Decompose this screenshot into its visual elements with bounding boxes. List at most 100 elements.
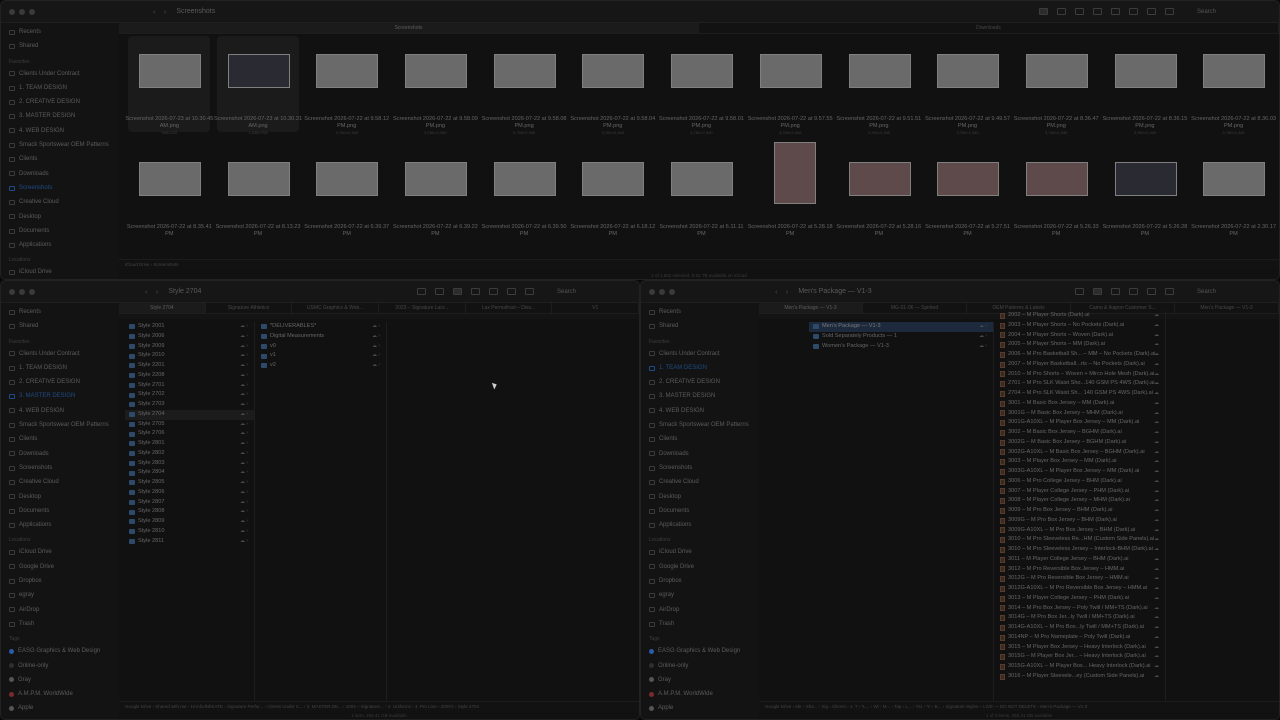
list-item[interactable]: 3012G-A10XL – M Pro Reversible Box Jerse…	[996, 584, 1165, 594]
path-segment[interactable]: iCloud Drive	[125, 262, 150, 267]
list-item[interactable]: 3002G – M Basic Box Jersey – BGHM (Dark)…	[996, 438, 1165, 448]
list-item[interactable]: 3012 – M Pro Reversible Box Jersey – HMM…	[996, 565, 1165, 575]
list-item[interactable]: Style 2704 ☁ ›	[125, 409, 254, 420]
list-item[interactable]: Style 2806 ☁ ›	[125, 488, 254, 498]
list-view-icon[interactable]	[1057, 8, 1066, 15]
file-thumbnail[interactable]: Screenshot 2026-07-23 at 10.30.45 AM.png…	[125, 34, 214, 142]
sidebar-item-easg-graphics-web-design[interactable]: EASG Graphics & Web Design	[649, 644, 759, 658]
list-item[interactable]: 3009G-A10XL – M Pro Box Jersey – BHM (Da…	[996, 526, 1165, 536]
file-thumbnail[interactable]: Screenshot 2026-07-22 at 8.36.03 PM.png 3…	[1189, 34, 1278, 142]
path-segment[interactable]: Shared with me	[155, 704, 186, 709]
list-item[interactable]: 2003 – M Player Shorts – No Pockets (Dar…	[996, 321, 1165, 331]
icon-view-icon[interactable]	[1075, 288, 1084, 295]
sidebar-item-4-web-design[interactable]: 4. WEB DESIGN	[9, 124, 119, 138]
sidebar-item-2-creative-design[interactable]: 2. CREATIVE DESIGN	[649, 375, 759, 389]
forward-icon[interactable]: ›	[786, 287, 789, 296]
list-item[interactable]: 3010 – M Pro Sleeveless Jersey – Interlo…	[996, 545, 1165, 555]
list-item[interactable]: 3001 – M Basic Box Jersey – MM (Dark).ai…	[996, 399, 1165, 409]
share-icon[interactable]	[507, 288, 516, 295]
list-item[interactable]: Women's Package — V1-3 ☁ ›	[809, 342, 993, 352]
file-thumbnail[interactable]: Screenshot 2026-07-22 at 9.51.51 PM.png 3…	[835, 34, 924, 142]
tag-icon[interactable]	[1165, 288, 1174, 295]
sidebar-item-smack-sportswear-oem-patterns[interactable]: Smack Sportswear OEM Patterns	[9, 418, 119, 432]
sidebar-item-1-team-design[interactable]: 1. TEAM DESIGN	[649, 361, 759, 375]
file-thumbnail[interactable]: Screenshot 2026-07-22 at 9.58.09 PM.png 3…	[391, 34, 480, 142]
sidebar-item-egray[interactable]: egray	[9, 588, 119, 602]
file-thumbnail[interactable]: Screenshot 2026-07-22 at 5.26.33 PM	[1012, 142, 1101, 250]
sidebar-item-trash[interactable]: Trash	[649, 617, 759, 631]
sidebar-item-creative-cloud[interactable]: Creative Cloud	[649, 475, 759, 489]
tab-2023-signature-lacr[interactable]: 2023 – Signature Lacr...	[379, 303, 466, 313]
file-thumbnail[interactable]: Screenshot 2026-07-22 at 6.39.22 PM	[391, 142, 480, 250]
sidebar-item-egray[interactable]: egray	[649, 588, 759, 602]
list-item[interactable]: Digital Measurements ☁ ›	[257, 332, 386, 342]
list-item[interactable]: 2704 – M Pro SLK Waist Sh... 140 GSM PS …	[996, 389, 1165, 399]
path-segment[interactable]: Sha...	[806, 704, 818, 709]
list-item[interactable]: 3014NP – M Pro Nameplate – Poly Twill (D…	[996, 633, 1165, 643]
zoom-button[interactable]	[669, 288, 675, 295]
sidebar-item-desktop[interactable]: Desktop	[9, 210, 119, 224]
sidebar-item-apple[interactable]: Apple	[649, 701, 759, 715]
tab-downloads[interactable]: Downloads	[699, 23, 1279, 33]
tag-icon[interactable]	[525, 288, 534, 295]
path-segment[interactable]: 2000's	[441, 704, 454, 709]
file-thumbnail[interactable]: Screenshot 2026-07-22 at 6.11.11 PM	[657, 142, 746, 250]
sidebar-item-applications[interactable]: Applications	[9, 238, 119, 252]
list-item[interactable]: 3002G-A10XL – M Basic Box Jersey – BGHM …	[996, 448, 1165, 458]
sidebar-item-airdrop[interactable]: AirDrop	[649, 603, 759, 617]
search-field[interactable]: Search	[1197, 289, 1267, 295]
more-icon[interactable]	[1165, 8, 1174, 15]
sidebar-item-desktop[interactable]: Desktop	[9, 490, 119, 504]
sidebar-item-recents[interactable]: Recents	[649, 305, 759, 319]
list-item[interactable]: 2007 – M Player Basketball...rts – No Po…	[996, 360, 1165, 370]
tab-men-s-package-v1-3[interactable]: Men's Package — V1-3	[759, 303, 863, 313]
gallery-view-icon[interactable]	[1111, 288, 1120, 295]
sidebar-item-4-web-design[interactable]: 4. WEB DESIGN	[649, 404, 759, 418]
window-controls[interactable]	[9, 288, 35, 295]
sidebar-item-clients[interactable]: Clients	[649, 432, 759, 446]
list-item[interactable]: 2005 – M Player Shorts – MM (Dark).ai ☁	[996, 340, 1165, 350]
tab-mg-01-06-spirited[interactable]: MG-01-06 — Spirited	[863, 303, 967, 313]
sidebar-item-icloud-drive[interactable]: iCloud Drive	[9, 265, 119, 279]
list-item[interactable]: Style 2810 ☁ ›	[125, 527, 254, 537]
file-thumbnail[interactable]: Screenshot 2026-07-22 at 2.30.17 PM	[1189, 142, 1278, 250]
file-thumbnail[interactable]: Screenshot 2026-07-22 at 6.39.50 PM	[480, 142, 569, 250]
list-item[interactable]: 3014G – M Pro Box Jer...ly Twill / MM+TS…	[996, 613, 1165, 623]
file-thumbnail[interactable]: Screenshot 2026-07-22 at 9.58.12 PM.png 3…	[302, 34, 391, 142]
sidebar-item-applications[interactable]: Applications	[649, 518, 759, 532]
file-thumbnail[interactable]: Screenshot 2026-07-22 at 9.49.57 PM.png 3…	[923, 34, 1012, 142]
tag-icon[interactable]	[1147, 8, 1156, 15]
sidebar-item-dropbox[interactable]: Dropbox	[649, 574, 759, 588]
path-segment[interactable]: Screenshots	[154, 262, 179, 267]
group-icon[interactable]	[1111, 8, 1120, 15]
list-item[interactable]: Style 2010 ☁ ›	[125, 351, 254, 361]
sidebar-item-easg-graphics-web-design[interactable]: EASG Graphics & Web Design	[9, 644, 119, 658]
sidebar-item-shared[interactable]: Shared	[9, 39, 119, 53]
list-item[interactable]: Style 2804 ☁ ›	[125, 468, 254, 478]
share-icon[interactable]	[1147, 288, 1156, 295]
path-segment[interactable]: Signature Styles – LIVE — DO NOT DELETE	[945, 704, 1036, 709]
file-thumbnail[interactable]: Screenshot 2026-07-22 at 9.58.08 PM.png 3…	[480, 34, 569, 142]
zoom-button[interactable]	[29, 8, 35, 15]
list-item[interactable]: Style 2702 ☁ ›	[125, 390, 254, 400]
list-item[interactable]: Style 2805 ☁ ›	[125, 478, 254, 488]
sidebar-item-3-master-design[interactable]: 3. MASTER DESIGN	[649, 389, 759, 403]
sidebar-item-documents[interactable]: Documents	[9, 224, 119, 238]
list-item[interactable]: 3001G – M Basic Box Jersey – MHM (Dark).…	[996, 409, 1165, 419]
list-item[interactable]: Style 2811 ☁ ›	[125, 537, 254, 547]
list-item[interactable]: Style 2009 ☁ ›	[125, 342, 254, 352]
sidebar-item-documents[interactable]: Documents	[9, 504, 119, 518]
back-icon[interactable]: ‹	[145, 287, 148, 296]
list-item[interactable]: Style 2808 ☁ ›	[125, 507, 254, 517]
path-segment[interactable]: 2. Uniforms	[388, 704, 411, 709]
list-item[interactable]: 2010 – M Pro Shorts – Woven + Mirco Hole…	[996, 370, 1165, 380]
column-view-icon[interactable]	[1075, 8, 1084, 15]
list-item[interactable]: 3016 – M Player Sleevele...ey (Custom Si…	[996, 672, 1165, 682]
list-item[interactable]: Style 2705 ☁ ›	[125, 420, 254, 430]
file-thumbnail[interactable]: Screenshot 2026-07-22 at 5.27.51 PM	[923, 142, 1012, 250]
sidebar-item-3-master-design[interactable]: 3. MASTER DESIGN	[9, 389, 119, 403]
sidebar-item-airdrop[interactable]: AirDrop	[9, 603, 119, 617]
tab-men-s-package-v1-3[interactable]: Men's Package — V1-3	[1175, 303, 1279, 313]
list-item[interactable]: Sold Separately Products — 1 ☁ ›	[809, 332, 993, 342]
sidebar-item-clients[interactable]: Clients	[9, 152, 119, 166]
